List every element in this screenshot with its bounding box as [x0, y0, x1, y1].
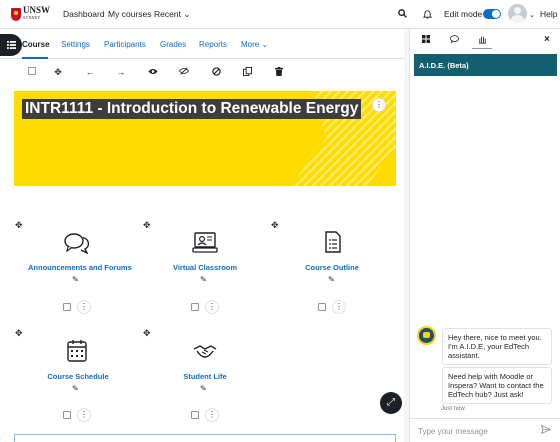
- search-icon[interactable]: [398, 9, 407, 20]
- help-link[interactable]: Help: [540, 9, 557, 19]
- tile-label[interactable]: Virtual Classroom: [155, 263, 255, 272]
- tab-course[interactable]: Course: [22, 40, 50, 49]
- pencil-icon[interactable]: ✎: [72, 384, 79, 393]
- chevron-down-icon[interactable]: ⌄: [529, 11, 535, 19]
- handshake-icon: [193, 345, 217, 358]
- tile-label[interactable]: Course Outline: [282, 263, 382, 272]
- nav-dashboard[interactable]: Dashboard: [63, 9, 105, 19]
- tile-controls: ⋮: [63, 408, 91, 422]
- select-checkbox[interactable]: [318, 303, 326, 311]
- tab-grades[interactable]: Grades: [160, 40, 186, 49]
- virtual-classroom-icon: [192, 232, 218, 253]
- kebab-menu-icon[interactable]: ⋮: [77, 300, 91, 314]
- chevron-down-icon: ⌄: [261, 40, 269, 49]
- select-all-checkbox[interactable]: [26, 67, 38, 77]
- tile-label[interactable]: Student Life: [155, 372, 255, 381]
- course-index-toggle[interactable]: [0, 34, 22, 56]
- active-tab-indicator: [472, 48, 492, 49]
- banner-menu-button[interactable]: ⋮: [372, 98, 386, 112]
- tab-settings[interactable]: Settings: [61, 40, 90, 49]
- move-icon[interactable]: ✥: [52, 67, 64, 78]
- tab-more[interactable]: More ⌄: [241, 40, 268, 49]
- kebab-menu-icon[interactable]: ⋮: [332, 300, 346, 314]
- show-icon[interactable]: [147, 67, 159, 77]
- course-title: INTR1111 - Introduction to Renewable Ene…: [22, 99, 362, 119]
- tile-controls: ⋮: [63, 300, 91, 314]
- logo-subtext: SYDNEY: [23, 15, 41, 20]
- tab-reports[interactable]: Reports: [199, 40, 227, 49]
- chevron-down-icon: ⌄: [183, 9, 191, 19]
- select-checkbox[interactable]: [63, 411, 71, 419]
- tab-participants[interactable]: Participants: [104, 40, 146, 49]
- nav-recent-label: Recent: [154, 9, 181, 19]
- select-checkbox[interactable]: [191, 411, 199, 419]
- avatar[interactable]: [508, 4, 527, 23]
- move-icon[interactable]: ✥: [271, 220, 279, 231]
- arrow-left-icon[interactable]: ←: [84, 67, 96, 77]
- course-secondary-nav: Course Settings Participants Grades Repo…: [0, 29, 404, 59]
- course-banner: INTR1111 - Introduction to Renewable Ene…: [14, 91, 396, 186]
- availability-icon[interactable]: [210, 67, 222, 78]
- tab-more-label: More: [241, 40, 260, 49]
- pencil-icon[interactable]: ✎: [72, 275, 79, 284]
- move-icon[interactable]: ✥: [15, 328, 23, 339]
- select-checkbox[interactable]: [191, 303, 199, 311]
- active-tab-indicator: [22, 57, 48, 59]
- close-icon[interactable]: ×: [544, 34, 550, 45]
- tile-controls: ⋮: [191, 408, 219, 422]
- delete-icon[interactable]: [273, 67, 285, 78]
- duplicate-icon[interactable]: [241, 67, 253, 78]
- move-icon[interactable]: ✥: [143, 220, 151, 231]
- tile-label[interactable]: Course Schedule: [28, 372, 128, 381]
- message-timestamp: Just now: [441, 406, 465, 412]
- chat-message: Hey there, nice to meet you. I'm A.I.D.E…: [442, 328, 552, 365]
- nav-my-courses[interactable]: My courses: [108, 9, 151, 19]
- pencil-icon[interactable]: ✎: [200, 275, 207, 284]
- kebab-menu-icon[interactable]: ⋮: [77, 408, 91, 422]
- tile-label[interactable]: Announcements and Forums: [28, 263, 132, 272]
- list-icon: [6, 41, 16, 49]
- bell-icon[interactable]: [422, 9, 433, 21]
- chat-icon[interactable]: [444, 35, 464, 45]
- right-drawer: × A.I.D.E. (Beta) Hey there, nice to mee…: [409, 29, 560, 442]
- next-section-box: [14, 434, 396, 442]
- bot-avatar: [417, 326, 436, 345]
- arrow-right-icon[interactable]: →: [115, 67, 127, 77]
- message-input[interactable]: Type your message: [410, 418, 560, 442]
- crest-icon: [11, 7, 21, 21]
- move-icon[interactable]: ✥: [15, 220, 23, 231]
- blocks-icon[interactable]: [416, 35, 436, 45]
- pencil-icon[interactable]: ✎: [328, 275, 335, 284]
- send-icon[interactable]: [540, 424, 552, 437]
- forum-icon: [64, 233, 90, 254]
- edit-mode-toggle[interactable]: [483, 9, 501, 19]
- edit-mode-label: Edit mode: [444, 9, 483, 19]
- kebab-menu-icon[interactable]: ⋮: [205, 408, 219, 422]
- hide-icon[interactable]: [178, 67, 190, 77]
- message-input-placeholder: Type your message: [418, 427, 488, 436]
- tile-controls: ⋮: [191, 300, 219, 314]
- expand-icon[interactable]: ⤢: [380, 392, 402, 414]
- unsw-logo[interactable]: UNSW SYDNEY: [11, 6, 50, 22]
- select-checkbox[interactable]: [63, 303, 71, 311]
- calendar-icon: [67, 340, 87, 362]
- aide-tab-icon[interactable]: [472, 35, 492, 46]
- move-icon[interactable]: ✥: [143, 328, 151, 339]
- nav-recent[interactable]: Recent ⌄: [154, 9, 190, 20]
- document-icon: [325, 231, 341, 253]
- top-navbar: UNSW SYDNEY Dashboard My courses Recent ⌄…: [0, 0, 560, 29]
- tile-controls: ⋮: [318, 300, 346, 314]
- aide-header: A.I.D.E. (Beta): [414, 54, 557, 76]
- pencil-icon[interactable]: ✎: [200, 384, 207, 393]
- kebab-menu-icon[interactable]: ⋮: [205, 300, 219, 314]
- chat-message: Need help with Moodle or Inspera? Want t…: [442, 367, 552, 404]
